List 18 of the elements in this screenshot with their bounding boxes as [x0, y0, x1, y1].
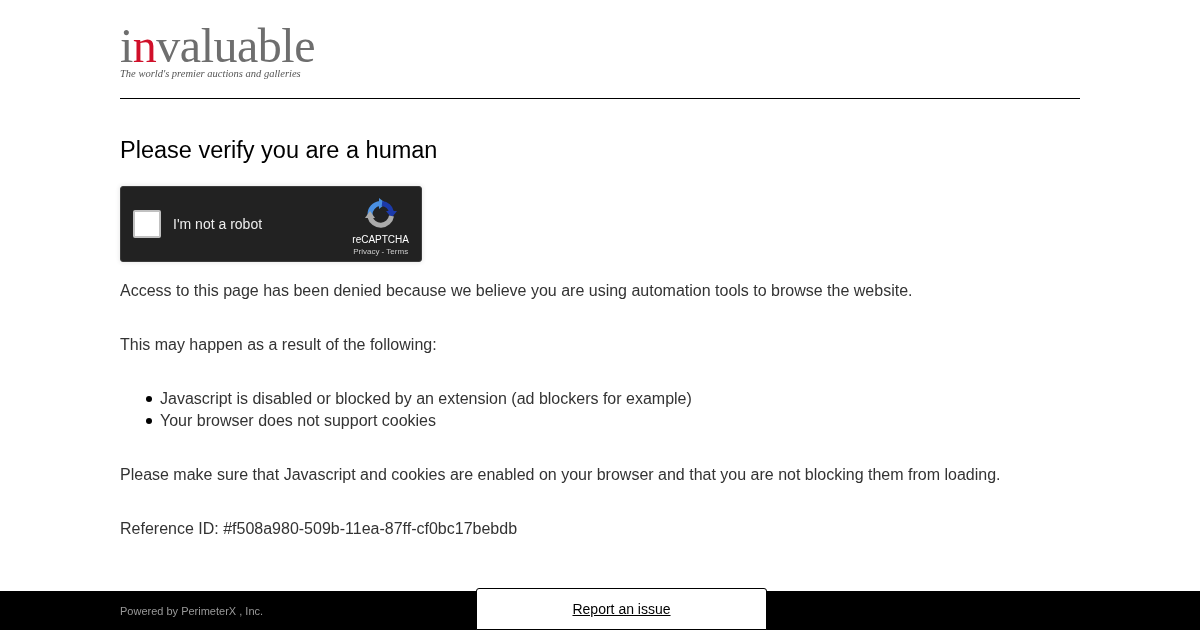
- bullet-icon: [146, 396, 152, 402]
- page-heading: Please verify you are a human: [120, 136, 438, 165]
- report-issue-button[interactable]: Report an issue: [476, 588, 767, 630]
- advice-message: Please make sure that Javascript and cookies are enabled on your browser and that you are not blocking them from loading.: [120, 465, 1001, 485]
- reference-id: Reference ID: #f508a980-509b-11ea-87ff-cf0bc17bebdb: [120, 519, 518, 539]
- denial-message: Access to this page has been denied because we believe you are using automation tools to browse the website.: [120, 281, 913, 301]
- logo-tagline: The world's premier auctions and galleries: [120, 68, 301, 79]
- captcha-brand: reCAPTCHA: [352, 233, 409, 246]
- logo-wordmark: invaluable: [120, 26, 315, 66]
- reason-item: Your browser does not support cookies: [160, 411, 436, 431]
- powered-by-text: Powered by PerimeterX , Inc.: [120, 604, 264, 617]
- bullet-icon: [146, 418, 152, 424]
- checkbox-label: I'm not a robot: [173, 215, 264, 234]
- circular-arrows-icon: [364, 197, 397, 230]
- reasons-intro: This may happen as a result of the following:: [120, 335, 437, 355]
- checkbox[interactable]: [133, 210, 161, 238]
- privacy-terms-links[interactable]: Privacy - Terms: [353, 245, 409, 257]
- reason-item: Javascript is disabled or blocked by an extension (ad blockers for example): [160, 389, 692, 409]
